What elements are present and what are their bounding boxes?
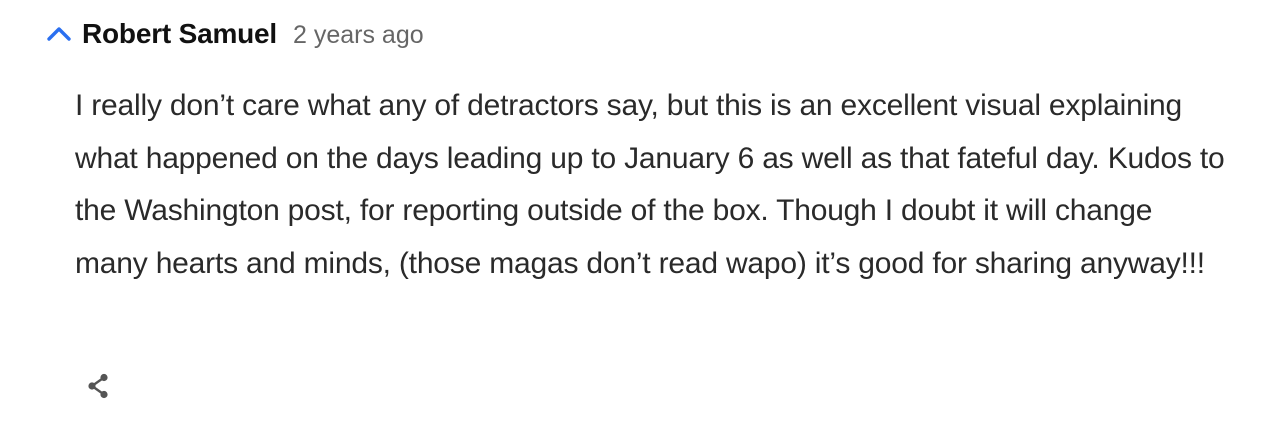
share-icon <box>88 373 108 399</box>
comment-header: Robert Samuel 2 years ago <box>44 14 424 54</box>
author-name[interactable]: Robert Samuel <box>82 18 277 50</box>
share-button[interactable] <box>82 370 114 402</box>
comment-body: I really don’t care what any of detracto… <box>75 89 1225 280</box>
comment-timestamp: 2 years ago <box>293 21 424 49</box>
chevron-up-icon <box>47 27 71 41</box>
collapse-button[interactable] <box>44 19 74 49</box>
comment: Robert Samuel 2 years ago I really don’t… <box>0 0 1266 432</box>
